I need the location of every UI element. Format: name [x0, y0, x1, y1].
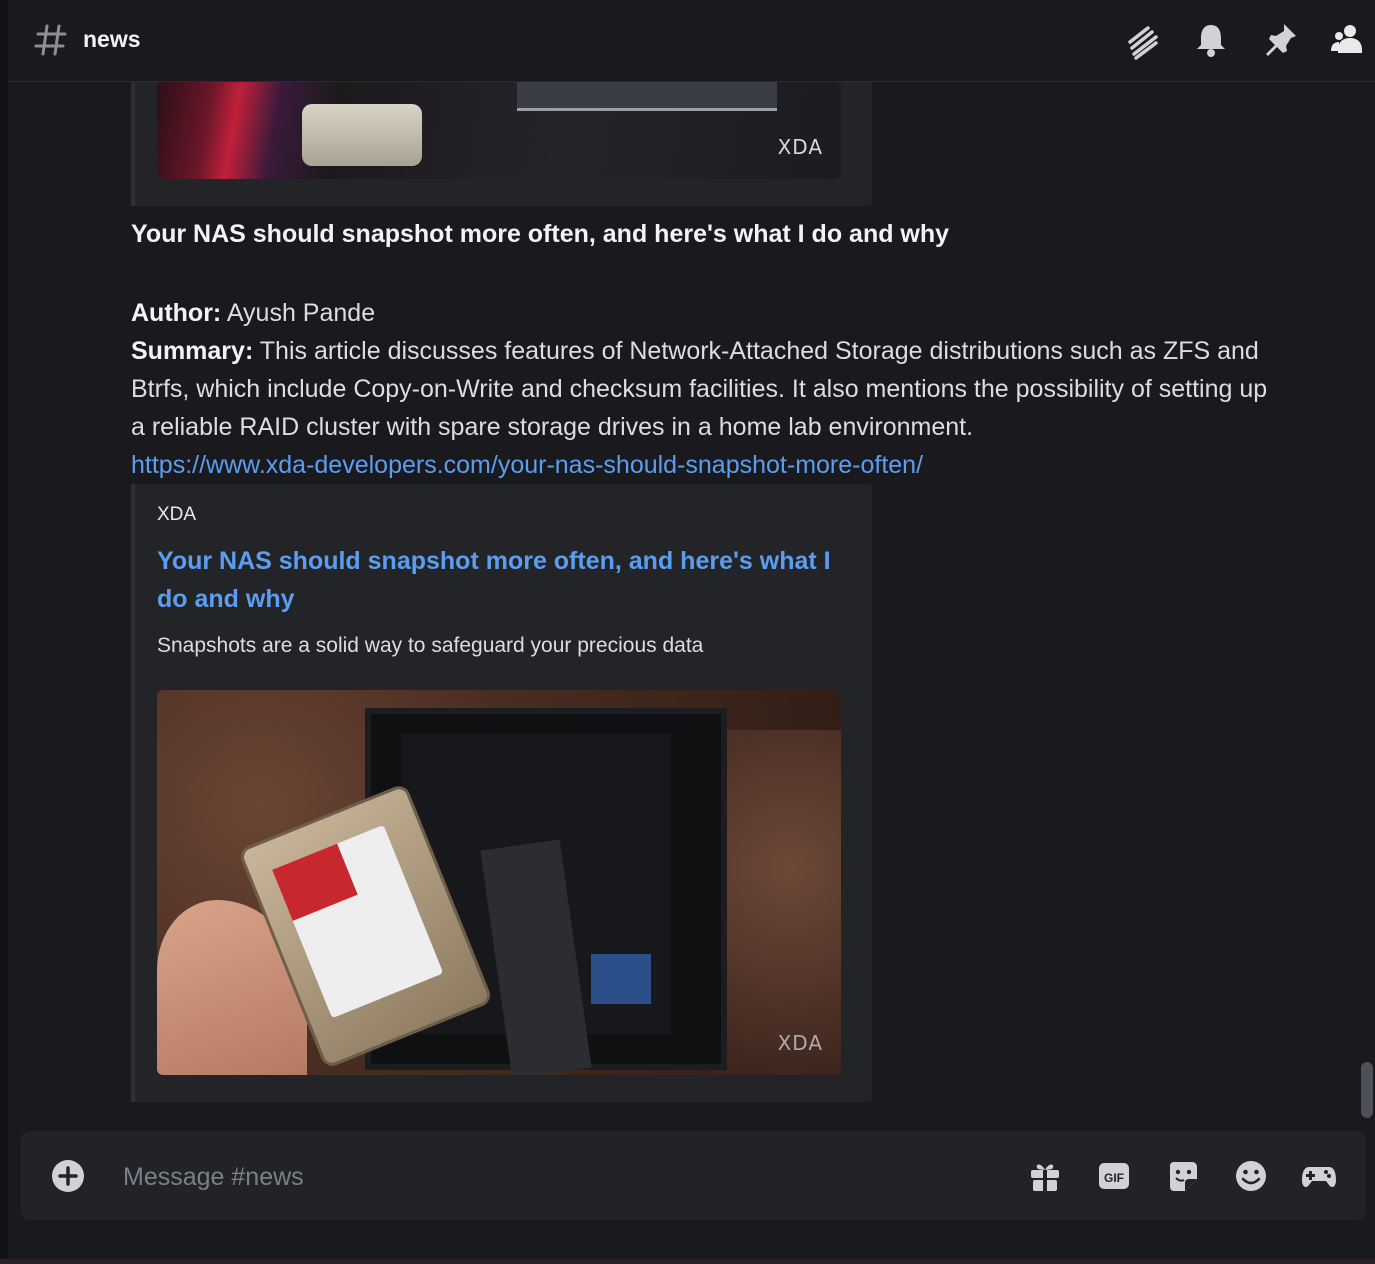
author-name: Ayush Pande — [226, 299, 376, 327]
left-edge — [0, 0, 8, 1264]
message-title: Your NAS should snapshot more often, and… — [131, 220, 950, 248]
threads-icon[interactable] — [1122, 20, 1162, 60]
game-icon[interactable] — [1300, 1157, 1338, 1195]
xda-watermark: XDA — [777, 135, 823, 159]
members-icon[interactable] — [1328, 20, 1368, 60]
link-embed-previous: XDA — [131, 82, 872, 206]
link-embed: XDA Your NAS should snapshot more often,… — [131, 484, 872, 1102]
message-input[interactable] — [121, 1155, 1005, 1199]
channel-header: news — [8, 0, 1375, 82]
embed-image[interactable]: XDA — [157, 690, 841, 1075]
scrollbar-thumb[interactable] — [1361, 1062, 1373, 1118]
message-body: Author: Ayush Pande Summary: This articl… — [131, 294, 1281, 484]
app: news XDA Your NAS should snapshot more o… — [0, 0, 1375, 1264]
add-icon[interactable] — [51, 1159, 85, 1193]
xda-watermark: XDA — [777, 1031, 823, 1055]
message-composer: GIF — [21, 1131, 1366, 1220]
summary-text: This article discusses features of Netwo… — [131, 337, 1268, 441]
gif-icon[interactable]: GIF — [1095, 1157, 1133, 1195]
sticker-icon[interactable] — [1164, 1157, 1202, 1195]
embed-title-link[interactable]: Your NAS should snapshot more often, and… — [157, 542, 837, 618]
channel-name: news — [83, 26, 141, 52]
message-area[interactable]: XDA Your NAS should snapshot more often,… — [8, 82, 1360, 1122]
gift-icon[interactable] — [1026, 1157, 1064, 1195]
svg-text:GIF: GIF — [1104, 1171, 1124, 1185]
author-line: Author: Ayush Pande — [131, 299, 376, 327]
bell-icon[interactable] — [1191, 20, 1231, 60]
embed-image-previous[interactable]: XDA — [157, 82, 841, 179]
article-link[interactable]: https://www.xda-developers.com/your-nas-… — [131, 451, 923, 479]
summary-line: Summary: This article discusses features… — [131, 337, 1268, 441]
embed-description: Snapshots are a solid way to safeguard y… — [157, 634, 704, 657]
bottom-edge — [0, 1259, 1375, 1264]
emoji-icon[interactable] — [1232, 1157, 1270, 1195]
embed-provider[interactable]: XDA — [157, 504, 196, 526]
pin-icon[interactable] — [1260, 20, 1300, 60]
channel-hash-icon — [34, 24, 67, 56]
